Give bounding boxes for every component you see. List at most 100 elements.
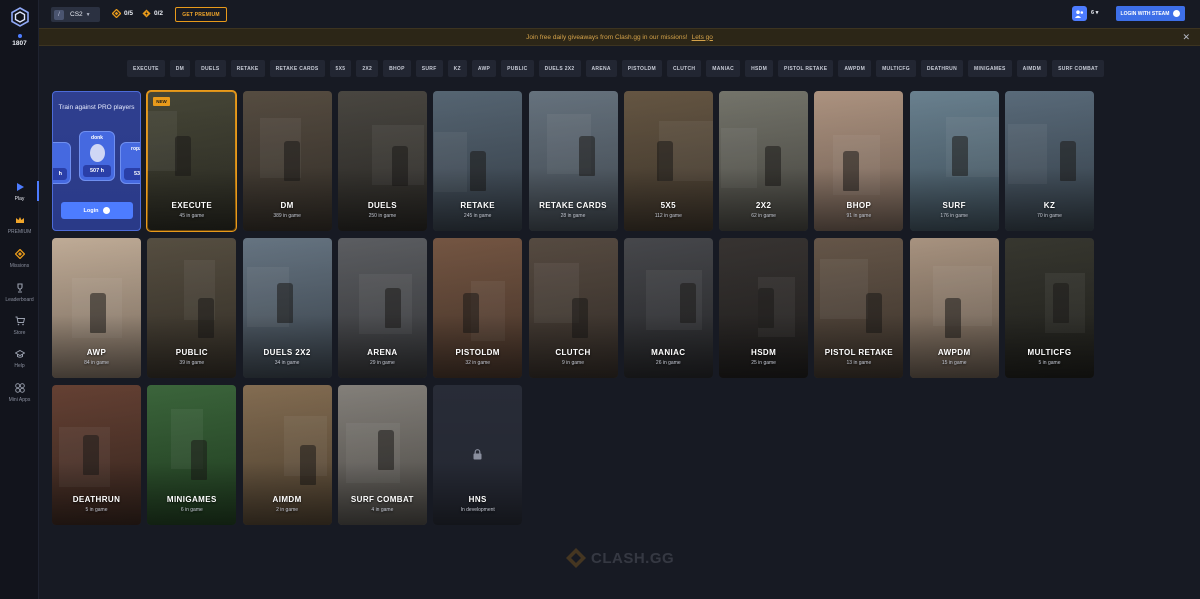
clash-watermark: CLASH.GG [565, 547, 674, 569]
bonus-counter[interactable]: 0/2 [142, 9, 163, 18]
mode-card-arena[interactable]: ARENA 29 in game [337, 238, 427, 378]
pro-card-center: donk 507 h [79, 131, 115, 181]
mode-card-aimdm[interactable]: AIMDM 2 in game [242, 385, 332, 525]
mode-card-awpdm[interactable]: AWPDM 15 in game [909, 238, 999, 378]
mode-card-hsdm[interactable]: HSDM 25 in game [719, 238, 809, 378]
card-shade [337, 91, 427, 231]
sidebar-item-mini-apps[interactable]: Mini Apps [0, 383, 39, 403]
mode-card-surf[interactable]: SURF 176 in game [909, 91, 999, 231]
filter-chip-retake[interactable]: RETAKE [230, 60, 265, 77]
lock-icon [473, 449, 482, 460]
cart-icon [15, 316, 25, 326]
close-icon[interactable]: ✕ [1182, 32, 1190, 43]
filter-chip-pistoldm[interactable]: PISTOLDM [621, 60, 662, 77]
pro-name: donk [91, 135, 103, 141]
filter-chip-5x5[interactable]: 5X5 [329, 60, 352, 77]
mode-card-retake[interactable]: RETAKE 245 in game [433, 91, 523, 231]
filter-chip-pistol-retake[interactable]: PISTOL RETAKE [778, 60, 834, 77]
mode-card-2x2[interactable]: 2X2 62 in game [719, 91, 809, 231]
filter-chip-bhop[interactable]: BHOP [383, 60, 411, 77]
sidebar-item-label: Leaderboard [5, 297, 34, 303]
filter-chip-2x2[interactable]: 2X2 [356, 60, 379, 77]
filter-chip-aimdm[interactable]: AIMDM [1016, 60, 1048, 77]
sidebar-item-play[interactable]: Play [0, 182, 39, 202]
filter-chip-maniac[interactable]: MANIAC [706, 60, 741, 77]
get-premium-button[interactable]: GET PREMIUM [175, 7, 227, 22]
filter-chip-dm[interactable]: DM [169, 60, 191, 77]
card-shade [528, 238, 618, 378]
pro-hours: h [53, 168, 67, 180]
filter-chip-clutch[interactable]: CLUTCH [666, 60, 702, 77]
friends-button[interactable] [1072, 6, 1087, 21]
app-logo-icon[interactable] [11, 7, 29, 27]
mode-card-surf-combat[interactable]: SURF COMBAT 4 in game [337, 385, 427, 525]
friends-count[interactable]: 6 ▾ [1091, 10, 1098, 16]
mode-card-bhop[interactable]: BHOP 91 in game [814, 91, 904, 231]
missions-counter[interactable]: 0/5 [112, 9, 133, 18]
filter-chip-duels[interactable]: DUELS [195, 60, 226, 77]
card-shade [147, 385, 237, 525]
filter-chip-execute[interactable]: EXECUTE [127, 60, 165, 77]
mode-card-pistoldm[interactable]: PISTOLDM 32 in game [433, 238, 523, 378]
card-shade [814, 238, 904, 378]
filter-chip-duels-2x2[interactable]: DUELS 2X2 [538, 60, 581, 77]
filter-chip-hsdm[interactable]: HSDM [745, 60, 774, 77]
filter-chip-public[interactable]: PUBLIC [501, 60, 534, 77]
filter-chip-minigames[interactable]: MINIGAMES [968, 60, 1012, 77]
sidebar-item-store[interactable]: Store [0, 316, 39, 336]
mode-card-hns[interactable]: HNS In development [433, 385, 523, 525]
pro-hours-value: h [58, 171, 62, 177]
mode-card-retake-cards[interactable]: RETAKE CARDS 28 in game [528, 91, 618, 231]
mode-card-public[interactable]: PUBLIC 39 in game [147, 238, 237, 378]
grid-icon [14, 383, 25, 393]
card-shade [433, 91, 523, 231]
mode-card-duels-2x2[interactable]: DUELS 2X2 34 in game [242, 238, 332, 378]
mode-player-count: 91 in game [846, 213, 872, 219]
sidebar-item-help[interactable]: Help [0, 349, 39, 369]
mode-title: MANIAC [651, 348, 686, 357]
login-with-steam-button[interactable]: LOGIN WITH STEAM [1116, 6, 1185, 21]
banner-text: Join free daily giveaways from Clash.gg … [526, 33, 688, 41]
filter-chip-deathrun[interactable]: DEATHRUN [920, 60, 964, 77]
filter-chip-awp[interactable]: AWP [471, 60, 497, 77]
friends-count-value: 6 [1091, 10, 1095, 16]
mode-card-multicfg[interactable]: MULTICFG 5 in game [1005, 238, 1094, 378]
mode-title: CLUTCH [555, 348, 591, 357]
card-shade [719, 238, 809, 378]
sidebar-item-label: Missions [9, 263, 30, 269]
filter-chip-multicfg[interactable]: MULTICFG [876, 60, 916, 77]
game-selector[interactable]: / CS2 ▼ [51, 7, 100, 22]
sidebar-item-leaderboard[interactable]: Leaderboard [0, 283, 39, 303]
filter-chip-retake-cards[interactable]: RETAKE CARDS [269, 60, 325, 77]
mode-card-execute[interactable]: NEW EXECUTE 45 in game [146, 90, 238, 232]
pro-hours: 53 [124, 168, 140, 180]
filter-chip-kz[interactable]: KZ [447, 60, 467, 77]
mode-card-maniac[interactable]: MANIAC 26 in game [623, 238, 713, 378]
mode-card-clutch[interactable]: CLUTCH 9 in game [528, 238, 618, 378]
mode-card-dm[interactable]: DM 389 in game [242, 91, 332, 231]
pro-players-promo-card[interactable]: Train against PRO players h donk 507 h r… [52, 91, 141, 231]
mode-card-deathrun[interactable]: DEATHRUN 5 in game [52, 385, 141, 525]
mode-player-count: 84 in game [84, 360, 109, 366]
pro-hours: 507 h [83, 165, 111, 177]
mode-player-count: In development [460, 507, 495, 513]
mode-card-awp[interactable]: AWP 84 in game [52, 238, 141, 378]
filter-chip-surf-combat[interactable]: SURF COMBAT [1052, 60, 1104, 77]
sidebar-item-premium[interactable]: PREMIUM [0, 215, 39, 235]
mode-player-count: 176 in game [940, 213, 968, 219]
mode-card-minigames[interactable]: MINIGAMES 6 in game [147, 385, 237, 525]
card-shade [242, 238, 332, 378]
mode-card-pistol-retake[interactable]: PISTOL RETAKE 13 in game [814, 238, 904, 378]
watermark-text: CLASH.GG [591, 549, 675, 567]
mode-player-count: 4 in game [371, 507, 394, 513]
filter-chip-awpdm[interactable]: AWPDM [838, 60, 872, 77]
promo-login-button[interactable]: Login [61, 202, 133, 219]
mode-title: HNS [468, 495, 487, 504]
banner-link[interactable]: Lets go [692, 34, 713, 41]
filter-chip-surf[interactable]: SURF [415, 60, 443, 77]
sidebar-item-missions[interactable]: Missions [0, 249, 39, 269]
filter-chip-arena[interactable]: ARENA [585, 60, 617, 77]
mode-card-5x5[interactable]: 5X5 112 in game [623, 91, 713, 231]
mode-card-kz[interactable]: KZ 70 in game [1005, 91, 1094, 231]
mode-card-duels[interactable]: DUELS 250 in game [337, 91, 427, 231]
